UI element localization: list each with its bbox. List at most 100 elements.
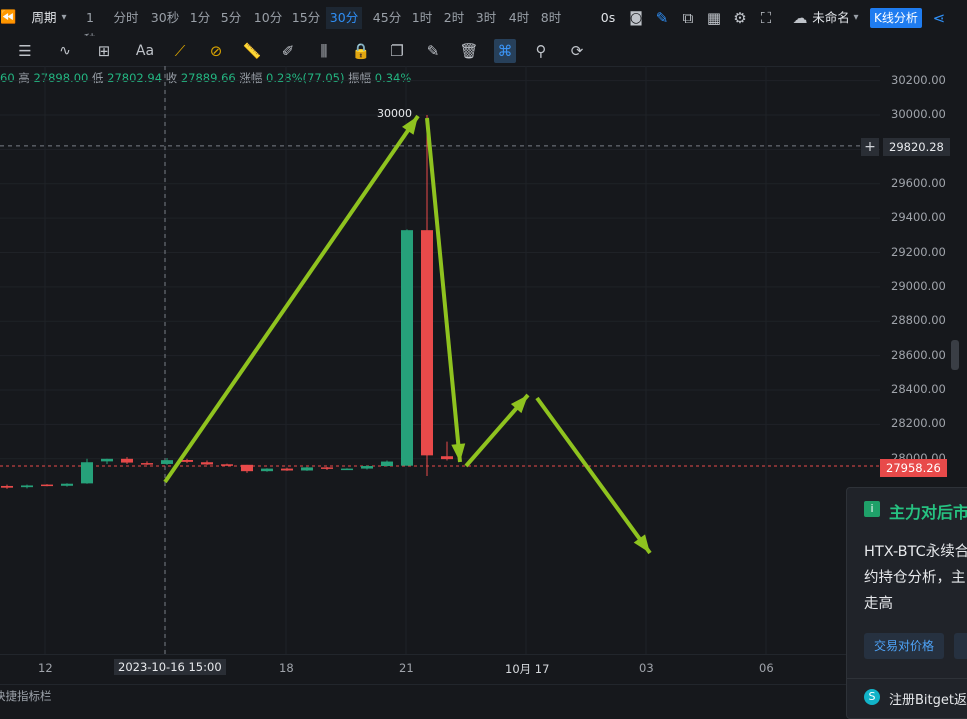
wave-tool-icon[interactable]: ∿ — [53, 41, 77, 61]
timeframe-0[interactable]: 1秒 — [80, 7, 100, 47]
candle-body — [201, 462, 213, 465]
trash-icon[interactable]: 🗑 — [459, 41, 479, 61]
pair-price-button[interactable]: 交易对价格 — [864, 633, 945, 659]
time-label-oct17: 10月 17 — [505, 662, 550, 676]
kline-analysis-button[interactable]: K线分析 — [870, 8, 922, 28]
copy-icon[interactable]: ❐ — [387, 41, 407, 61]
magnet-icon[interactable]: ⌘ — [494, 39, 516, 63]
window-icon[interactable]: ⧉ — [679, 8, 697, 28]
top-bar: ⏪ 周期 ▾ 1秒分时 30秒 1分 5分 10分 15分30分 45分 1时 2时 3时 4时 8时… — [0, 0, 967, 47]
candle-body — [141, 463, 153, 465]
candle-body — [301, 467, 313, 471]
share-icon[interactable]: ⋖ — [929, 8, 949, 28]
time-label-06: 06 — [759, 661, 774, 675]
candle-body — [21, 485, 33, 488]
text-tool-icon[interactable]: Aa — [133, 41, 157, 61]
timeframe-7[interactable]: 30分 — [326, 7, 362, 29]
panel-body-line-1: HTX-BTC永续合 — [864, 544, 967, 560]
layout-chevron-icon[interactable]: ▾ — [851, 7, 861, 29]
calculator-icon[interactable]: ▦ — [705, 8, 723, 28]
price-chart[interactable] — [0, 66, 880, 654]
time-label-21: 21 — [399, 661, 414, 675]
layout-name[interactable]: 未命名 — [810, 7, 852, 29]
timeframe-4[interactable]: 5分 — [220, 7, 242, 29]
countdown: 0s — [600, 10, 616, 25]
candle-body — [181, 460, 193, 462]
brush-icon[interactable]: ✐ — [278, 41, 298, 61]
info-icon: i — [864, 501, 880, 517]
crosshair-plus-icon[interactable]: + — [861, 138, 879, 156]
price-tick: 28800.00 — [891, 313, 946, 328]
horizontal-lines-icon[interactable]: ☰ — [15, 41, 35, 61]
timeframe-12[interactable]: 4时 — [508, 7, 530, 29]
candle-body — [101, 458, 113, 462]
timeframe-8[interactable]: 45分 — [371, 7, 403, 29]
last-price-tag: 27958.26 — [880, 459, 947, 477]
candle-body — [441, 456, 453, 460]
candle-body — [421, 230, 433, 456]
timeframe-13[interactable]: 8时 — [540, 7, 562, 29]
trend-arrow-line — [535, 396, 652, 555]
price-tick: 29000.00 — [891, 278, 946, 293]
candle-body — [61, 483, 73, 486]
timeframe-3[interactable]: 1分 — [189, 7, 211, 29]
lock-icon[interactable]: 🔒 — [351, 41, 371, 61]
panel-title: 主力对后市 — [889, 503, 967, 522]
candle-body — [41, 484, 53, 487]
chevron-down-icon[interactable]: ▾ — [58, 7, 70, 29]
cloud-icon[interactable]: ☁ — [790, 8, 810, 28]
analysis-panel[interactable]: i 主力对后市 HTX-BTC永续合 约持仓分析，主 走高 交易对价格 S 注册… — [846, 487, 967, 719]
timeframe-6[interactable]: 15分 — [291, 7, 321, 29]
price-tick: 28600.00 — [891, 347, 946, 362]
camera-icon[interactable]: ◙ — [627, 8, 645, 28]
price-tick: 29400.00 — [891, 210, 946, 225]
panel-second-button[interactable] — [954, 633, 967, 659]
candle-body — [381, 461, 393, 467]
fullscreen-icon[interactable]: ⛶ — [757, 8, 775, 28]
price-tick: 30000.00 — [891, 107, 946, 121]
indicator-bar[interactable]: 快捷指标栏 — [0, 684, 967, 703]
timeframe-1[interactable]: 分时 — [111, 7, 141, 29]
candles-icon[interactable]: ⫼ — [314, 41, 334, 61]
timeframe-11[interactable]: 3时 — [475, 7, 497, 29]
timeframe-9[interactable]: 1时 — [411, 7, 433, 29]
candle-body — [161, 460, 173, 464]
candle-body — [261, 468, 273, 472]
time-label-12: 12 — [38, 661, 53, 675]
timeframe-10[interactable]: 2时 — [443, 7, 465, 29]
edit-list-icon[interactable]: ✎ — [423, 41, 443, 61]
bitget-logo-icon: S — [864, 689, 880, 705]
candle-body — [121, 458, 133, 463]
trend-arrow-line — [163, 114, 420, 484]
drawing-toolbar: ☰ ∿ ⊞ Aa ⟋ ⊘ 📏 ✐ ⫼ 🔒 ❐ ✎ 🗑 ⌘ ⚲ ⟳ — [0, 36, 967, 67]
collapse-left-icon[interactable]: ⏪ — [0, 8, 16, 28]
candle-body — [281, 468, 293, 471]
candle-body — [241, 464, 253, 472]
candle-body — [361, 466, 373, 469]
gear-icon[interactable]: ⚙ — [731, 8, 749, 28]
pattern-tool-icon[interactable]: ⊘ — [206, 41, 226, 61]
timeframe-2[interactable]: 30秒 — [149, 7, 181, 29]
pen-icon[interactable]: ✎ — [653, 8, 671, 28]
add-indicator-icon[interactable]: ⊞ — [94, 41, 114, 61]
candle-body — [321, 467, 333, 469]
peak-price-label: 30000 — [377, 107, 412, 120]
candle-body — [221, 464, 233, 466]
panel-footer-text[interactable]: 注册Bitget返1 — [889, 689, 967, 708]
timeframe-5[interactable]: 10分 — [253, 7, 283, 29]
ruler-highlight-icon[interactable]: ⟋ — [170, 41, 190, 61]
time-label-18: 18 — [279, 661, 294, 675]
axis-scroll-handle[interactable] — [951, 340, 959, 370]
filter-icon[interactable]: ⚲ — [531, 41, 551, 61]
price-tick: 28200.00 — [891, 416, 946, 431]
sync-icon[interactable]: ⟳ — [567, 41, 587, 61]
period-label[interactable]: 周期 — [27, 7, 61, 29]
price-tick: 29600.00 — [891, 175, 946, 190]
panel-divider — [847, 678, 967, 679]
ruler-icon[interactable]: 📏 — [242, 41, 262, 61]
crosshair-time-label: 2023-10-16 15:00 — [114, 659, 226, 675]
price-tick: 28400.00 — [891, 382, 946, 397]
time-label-03: 03 — [639, 661, 654, 675]
candle-body — [1, 485, 13, 488]
price-tick: 30200.00 — [891, 72, 946, 87]
